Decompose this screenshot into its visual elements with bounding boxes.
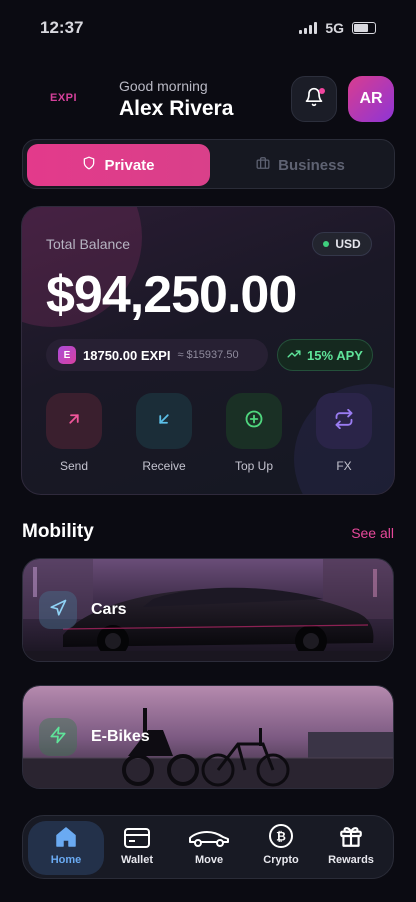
home-icon <box>28 821 104 849</box>
lightning-icon <box>49 726 67 749</box>
receive-label: Receive <box>142 459 186 473</box>
currency-code: USD <box>335 237 361 251</box>
swap-icon <box>334 408 354 434</box>
greeting-text: Good morning <box>119 78 208 94</box>
balance-label: Total Balance <box>46 236 131 252</box>
network-label: 5G <box>325 20 344 36</box>
car-icon <box>171 821 247 849</box>
token-amount: 18750.00 EXPI <box>83 347 171 363</box>
briefcase-icon <box>256 156 270 174</box>
user-name: Alex Rivera <box>119 97 234 120</box>
currency-selector[interactable]: USD <box>312 232 372 256</box>
e-bikes-photo <box>23 686 393 788</box>
expi-token-icon: E <box>58 346 76 364</box>
tab-private-label: Private <box>104 156 155 174</box>
arrow-up-right-icon <box>65 410 83 433</box>
e-bikes-icon-tile <box>39 718 77 756</box>
battery-icon <box>352 22 376 34</box>
tab-rewards-label: Rewards <box>328 854 374 866</box>
gift-icon <box>313 821 389 849</box>
tab-home-label: Home <box>50 854 82 866</box>
receive-button[interactable]: Receive <box>134 393 194 473</box>
apy-label: 15% APY <box>307 347 363 363</box>
plus-circle-icon <box>244 409 264 434</box>
token-balance[interactable]: E 18750.00 EXPI ≈ $15937.50 <box>46 339 268 371</box>
e-bikes-label: E-Bikes <box>91 728 150 745</box>
svg-text:₿: ₿ <box>276 830 286 844</box>
top-up-button[interactable]: Top Up <box>224 393 284 473</box>
cars-photo <box>23 559 393 661</box>
account-switch: Private Business <box>22 139 395 189</box>
signal-icon <box>299 22 318 34</box>
tab-crypto[interactable]: ₿ Crypto <box>243 821 319 875</box>
shield-icon <box>82 156 96 174</box>
balance-amount: $94,250.00 <box>46 266 297 324</box>
tab-private[interactable]: Private <box>27 144 210 186</box>
see-all-link[interactable]: See all <box>351 525 394 541</box>
app-logo: EXPI <box>50 92 78 104</box>
avatar-initials: AR <box>359 90 383 107</box>
top-up-label: Top Up <box>234 459 274 473</box>
notifications-button[interactable] <box>291 76 337 122</box>
status-indicators: 5G <box>299 20 376 36</box>
navigation-icon <box>49 599 67 622</box>
cars-icon-tile <box>39 591 77 629</box>
tab-move[interactable]: Move <box>171 821 247 875</box>
top-up-tile <box>226 393 282 449</box>
fx-tile <box>316 393 372 449</box>
tab-rewards[interactable]: Rewards <box>313 821 389 875</box>
mobility-card-e-bikes[interactable]: E-Bikes <box>22 685 394 789</box>
currency-status-dot <box>323 241 330 247</box>
trending-up-icon <box>287 347 301 364</box>
status-time: 12:37 <box>40 18 84 37</box>
send-tile <box>46 393 102 449</box>
tab-business[interactable]: Business <box>209 144 392 186</box>
receive-tile <box>136 393 192 449</box>
tab-crypto-label: Crypto <box>263 854 299 866</box>
send-button[interactable]: Send <box>44 393 104 473</box>
tab-business-label: Business <box>278 156 345 174</box>
mobility-title: Mobility <box>22 521 94 542</box>
apy-badge[interactable]: 15% APY <box>277 339 373 371</box>
fx-label: FX <box>336 459 352 473</box>
tab-home[interactable]: Home <box>28 821 104 875</box>
tab-move-label: Move <box>194 854 224 866</box>
status-bar: 12:37 5G <box>0 0 416 56</box>
tab-wallet-label: Wallet <box>121 854 153 866</box>
tab-bar: Home Wallet Move ₿ Crypto Rewards <box>22 815 394 879</box>
bitcoin-icon: ₿ <box>243 821 319 849</box>
tab-wallet[interactable]: Wallet <box>99 821 175 875</box>
avatar[interactable]: AR <box>348 76 394 122</box>
cars-label: Cars <box>91 601 127 618</box>
header: EXPI Good morning Alex Rivera AR <box>0 70 416 130</box>
arrow-down-left-icon <box>155 410 173 433</box>
balance-card: Total Balance USD $94,250.00 E 18750.00 … <box>21 206 395 495</box>
mobility-card-cars[interactable]: Cars <box>22 558 394 662</box>
token-fiat-value: ≈ $15937.50 <box>177 349 239 361</box>
send-label: Send <box>59 459 89 473</box>
wallet-icon <box>99 821 175 849</box>
fx-button[interactable]: FX <box>314 393 374 473</box>
notification-dot <box>319 88 325 94</box>
